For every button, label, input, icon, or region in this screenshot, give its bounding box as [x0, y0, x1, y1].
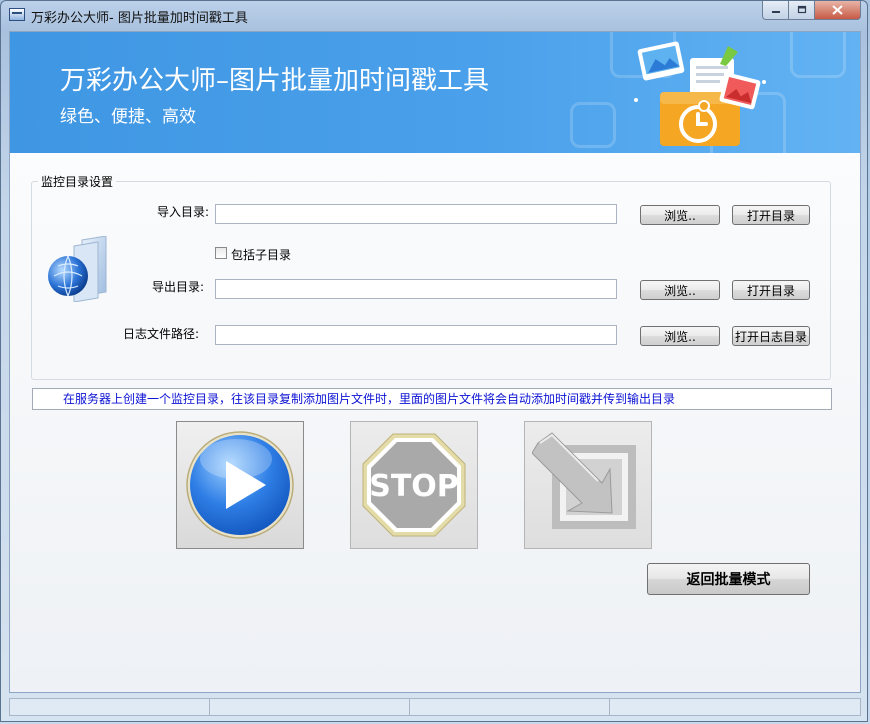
- status-cell: [609, 698, 861, 716]
- close-icon: [832, 5, 843, 15]
- monitor-settings-group: 监控目录设置 导入目录: 浏览.. 打开目录 包括子目录 导出目录: 浏览.. …: [31, 173, 831, 380]
- return-batch-mode-button[interactable]: 返回批量模式: [647, 563, 810, 595]
- banner-subtitle: 绿色、便捷、高效: [60, 107, 196, 127]
- banner-title: 万彩办公大师–图片批量加时间戳工具: [60, 66, 490, 96]
- minimize-button[interactable]: [762, 1, 789, 20]
- title-bar: 万彩办公大师- 图片批量加时间戳工具: [1, 1, 867, 29]
- window-title: 万彩办公大师- 图片批量加时间戳工具: [31, 11, 248, 26]
- status-cell: [409, 698, 609, 716]
- status-cell: [209, 698, 409, 716]
- log-path-input[interactable]: [215, 325, 617, 345]
- include-subdirs-checkbox[interactable]: [215, 247, 227, 259]
- export-open-dir-button[interactable]: 打开目录: [732, 280, 810, 300]
- maximize-icon: [797, 5, 806, 14]
- open-log-dir-button[interactable]: 打开日志目录: [732, 326, 810, 346]
- open-output-button[interactable]: [524, 421, 652, 549]
- status-cell: [9, 698, 209, 716]
- hint-text: 在服务器上创建一个监控目录，往该目录复制添加图片文件时，里面的图片文件将会自动添…: [32, 388, 832, 410]
- app-window: 万彩办公大师- 图片批量加时间戳工具 万彩办公大师–图片批量加时间戳工具 绿色、…: [0, 0, 868, 722]
- header-banner: 万彩办公大师–图片批量加时间戳工具 绿色、便捷、高效: [10, 32, 860, 153]
- client-area: 万彩办公大师–图片批量加时间戳工具 绿色、便捷、高效 监控目录设置 导入目录: …: [9, 31, 861, 693]
- import-browse-button[interactable]: 浏览..: [640, 205, 720, 225]
- group-title: 监控目录设置: [38, 173, 117, 190]
- import-dir-label: 导入目录:: [156, 205, 209, 219]
- play-icon: [186, 431, 294, 539]
- image-timestamp-illustration-icon: [634, 41, 766, 146]
- stop-monitor-button[interactable]: STOP: [350, 421, 478, 549]
- include-subdirs-label: 包括子目录: [231, 248, 292, 262]
- stop-sign-icon: STOP: [362, 433, 466, 537]
- maximize-button[interactable]: [789, 1, 815, 20]
- log-path-label: 日志文件路径:: [122, 327, 199, 341]
- status-bar: [9, 698, 861, 718]
- log-browse-button[interactable]: 浏览..: [640, 326, 720, 346]
- banner-decoration: [570, 102, 616, 148]
- close-button[interactable]: [815, 1, 861, 20]
- start-monitor-button[interactable]: [176, 421, 304, 549]
- arrow-into-box-icon: [532, 432, 636, 529]
- export-browse-button[interactable]: 浏览..: [640, 280, 720, 300]
- export-dir-input[interactable]: [215, 279, 617, 299]
- main-panel: 监控目录设置 导入目录: 浏览.. 打开目录 包括子目录 导出目录: 浏览.. …: [10, 153, 860, 692]
- app-window-icon: [9, 8, 25, 21]
- import-open-dir-button[interactable]: 打开目录: [732, 205, 810, 225]
- stop-sign-text: STOP: [369, 469, 459, 504]
- folder-globe-icon: [48, 236, 107, 302]
- banner-decoration: [790, 32, 846, 78]
- import-dir-input[interactable]: [215, 204, 617, 224]
- minimize-icon: [771, 11, 780, 13]
- export-dir-label: 导出目录:: [151, 280, 204, 294]
- window-controls: [762, 1, 861, 20]
